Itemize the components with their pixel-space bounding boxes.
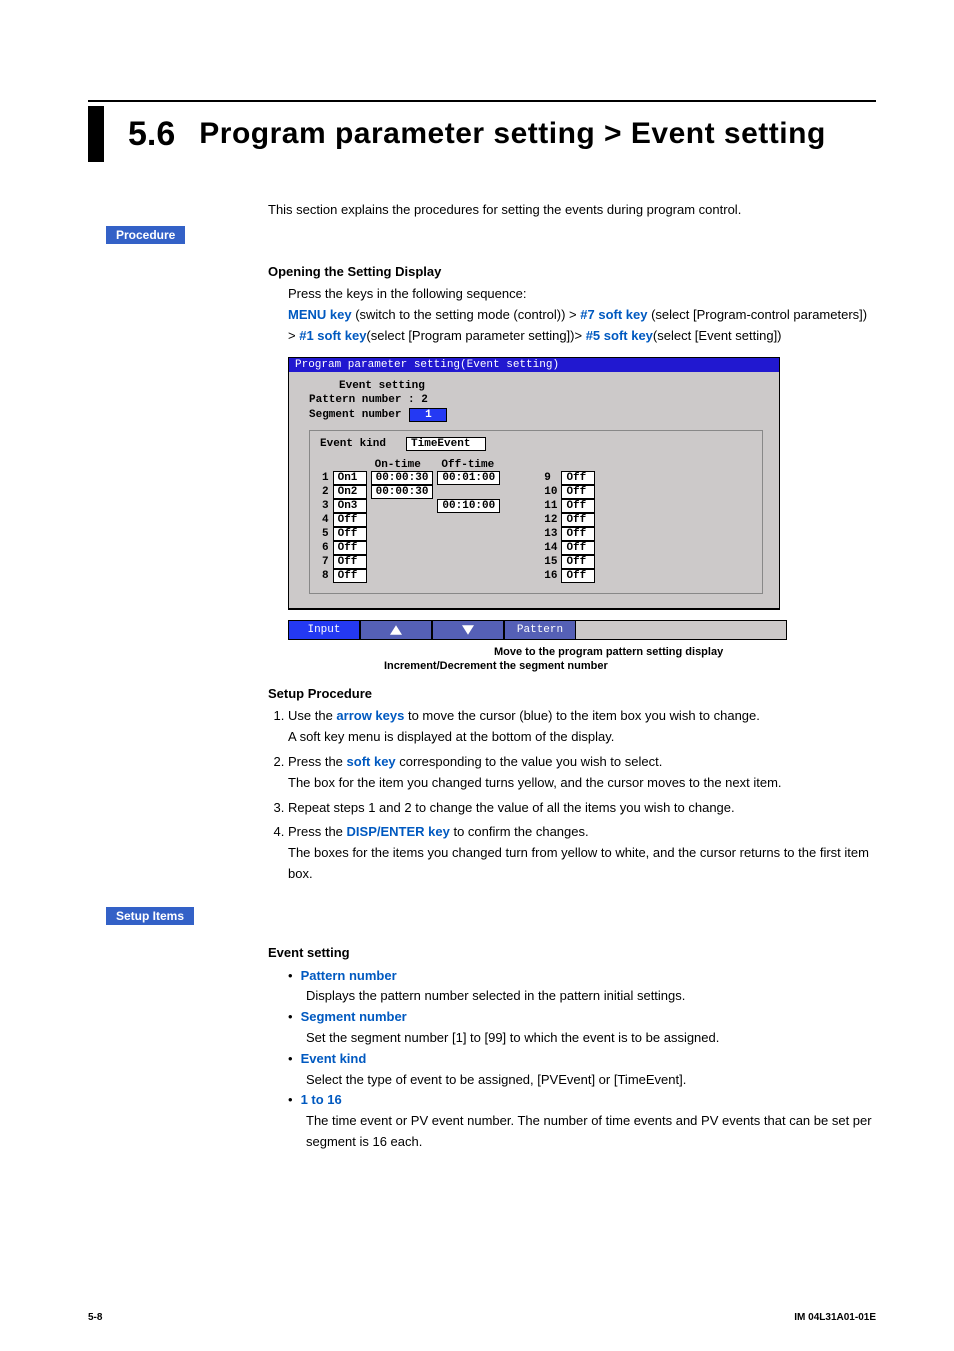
softkey7-ref: #7 soft key bbox=[580, 307, 647, 322]
event-table-left: On-timeOff-time 1On100:00:3000:01:00 2On… bbox=[320, 459, 502, 583]
state-field[interactable]: On3 bbox=[333, 499, 367, 513]
table-row: 5Off bbox=[320, 527, 502, 541]
section-title: Program parameter setting > Event settin… bbox=[199, 117, 826, 151]
doc-number: IM 04L31A01-01E bbox=[794, 1312, 876, 1323]
intro-text: This section explains the procedures for… bbox=[268, 200, 876, 220]
opening-heading: Opening the Setting Display bbox=[268, 262, 876, 283]
setup-items-tag: Setup Items bbox=[106, 907, 194, 925]
segment-number-label: Segment number bbox=[309, 409, 401, 421]
state-field[interactable]: Off bbox=[561, 555, 595, 569]
item-1-to-16-text: The time event or PV event number. The n… bbox=[306, 1111, 876, 1153]
setup-steps-list: Use the arrow keys to move the cursor (b… bbox=[288, 706, 876, 884]
table-row: 12Off bbox=[542, 513, 597, 527]
segment-number-field[interactable]: 1 bbox=[409, 408, 447, 422]
state-field[interactable]: Off bbox=[333, 541, 367, 555]
arrow-keys-ref: arrow keys bbox=[336, 708, 404, 723]
state-field[interactable]: Off bbox=[561, 527, 595, 541]
state-field[interactable]: Off bbox=[333, 569, 367, 583]
event-kind-field[interactable]: TimeEvent bbox=[406, 437, 486, 451]
item-event-kind: Event kind bbox=[301, 1049, 367, 1070]
state-field[interactable]: Off bbox=[561, 513, 595, 527]
annotation-incdec: Increment/Decrement the segment number bbox=[384, 660, 608, 672]
item-1-to-16: 1 to 16 bbox=[301, 1090, 342, 1111]
soft-key-ref: soft key bbox=[347, 754, 396, 769]
page-footer: 5-8 IM 04L31A01-01E bbox=[88, 1312, 876, 1323]
table-row: 13Off bbox=[542, 527, 597, 541]
screenshot-titlebar: Program parameter setting(Event setting) bbox=[289, 358, 779, 372]
softkey-up[interactable] bbox=[360, 620, 432, 640]
item-segment-number: Segment number bbox=[301, 1007, 407, 1028]
item-pattern-number-text: Displays the pattern number selected in … bbox=[306, 986, 876, 1007]
off-time-field[interactable]: 00:10:00 bbox=[437, 499, 500, 513]
state-field[interactable]: Off bbox=[561, 485, 595, 499]
section-heading: 5.6 Program parameter setting > Event se… bbox=[88, 106, 876, 162]
event-table-box: Event kind TimeEvent On-timeOff-time 1On… bbox=[309, 430, 763, 594]
disp-enter-key-ref: DISP/ENTER key bbox=[347, 824, 450, 839]
triangle-down-icon bbox=[462, 625, 474, 635]
section-marker-bar bbox=[88, 106, 104, 162]
table-row: 10Off bbox=[542, 485, 597, 499]
table-row: 9Off bbox=[542, 471, 597, 485]
off-time-field[interactable]: 00:01:00 bbox=[437, 471, 500, 485]
state-field[interactable]: Off bbox=[333, 527, 367, 541]
softkey-bar: Input Pattern bbox=[288, 620, 876, 640]
list-item: Repeat steps 1 and 2 to change the value… bbox=[288, 798, 876, 819]
procedure-tag: Procedure bbox=[106, 226, 185, 244]
table-row: 4Off bbox=[320, 513, 502, 527]
list-item: Use the arrow keys to move the cursor (b… bbox=[288, 706, 876, 748]
table-row: 2On200:00:30 bbox=[320, 485, 502, 499]
setup-procedure-heading: Setup Procedure bbox=[268, 684, 876, 705]
device-screenshot: Program parameter setting(Event setting)… bbox=[288, 357, 780, 610]
item-segment-number-text: Set the segment number [1] to [99] to wh… bbox=[306, 1028, 876, 1049]
event-kind-label: Event kind bbox=[320, 438, 386, 450]
event-setting-heading: Event setting bbox=[268, 943, 876, 964]
table-row: 3On300:10:00 bbox=[320, 499, 502, 513]
annotation-pattern: Move to the program pattern setting disp… bbox=[494, 646, 723, 658]
pattern-number-label: Pattern number : 2 bbox=[309, 394, 763, 406]
table-row: 1On100:00:3000:01:00 bbox=[320, 471, 502, 485]
state-field[interactable]: Off bbox=[561, 569, 595, 583]
softkey-pattern[interactable]: Pattern bbox=[504, 620, 576, 640]
state-field[interactable]: Off bbox=[561, 471, 595, 485]
table-row: 11Off bbox=[542, 499, 597, 513]
event-setting-label: Event setting bbox=[339, 380, 763, 392]
state-field[interactable]: Off bbox=[561, 499, 595, 513]
table-row: 7Off bbox=[320, 555, 502, 569]
list-item: Press the soft key corresponding to the … bbox=[288, 752, 876, 794]
triangle-up-icon bbox=[390, 625, 402, 635]
table-row: 8Off bbox=[320, 569, 502, 583]
page-number: 5-8 bbox=[88, 1312, 102, 1323]
opening-lead: Press the keys in the following sequence… bbox=[288, 284, 876, 305]
state-field[interactable]: Off bbox=[333, 555, 367, 569]
state-field[interactable]: On2 bbox=[333, 485, 367, 499]
softkey5-ref: #5 soft key bbox=[586, 328, 653, 343]
opening-key-sequence: MENU key (switch to the setting mode (co… bbox=[288, 305, 876, 347]
menu-key-ref: MENU key bbox=[288, 307, 352, 322]
softkey-empty bbox=[576, 620, 787, 640]
item-event-kind-text: Select the type of event to be assigned,… bbox=[306, 1070, 876, 1091]
state-field[interactable]: Off bbox=[333, 513, 367, 527]
softkey1-ref: #1 soft key bbox=[299, 328, 366, 343]
state-field[interactable]: On1 bbox=[333, 471, 367, 485]
table-row: 15Off bbox=[542, 555, 597, 569]
event-table-right: 9Off 10Off 11Off 12Off 13Off 14Off 15Off… bbox=[542, 459, 597, 583]
on-time-field[interactable]: 00:00:30 bbox=[371, 471, 434, 485]
item-pattern-number: Pattern number bbox=[301, 966, 397, 987]
table-row: 14Off bbox=[542, 541, 597, 555]
list-item: Press the DISP/ENTER key to confirm the … bbox=[288, 822, 876, 884]
table-row: 6Off bbox=[320, 541, 502, 555]
softkey-input[interactable]: Input bbox=[288, 620, 360, 640]
section-number: 5.6 bbox=[128, 115, 175, 154]
on-time-field[interactable]: 00:00:30 bbox=[371, 485, 434, 499]
state-field[interactable]: Off bbox=[561, 541, 595, 555]
softkey-down[interactable] bbox=[432, 620, 504, 640]
table-row: 16Off bbox=[542, 569, 597, 583]
